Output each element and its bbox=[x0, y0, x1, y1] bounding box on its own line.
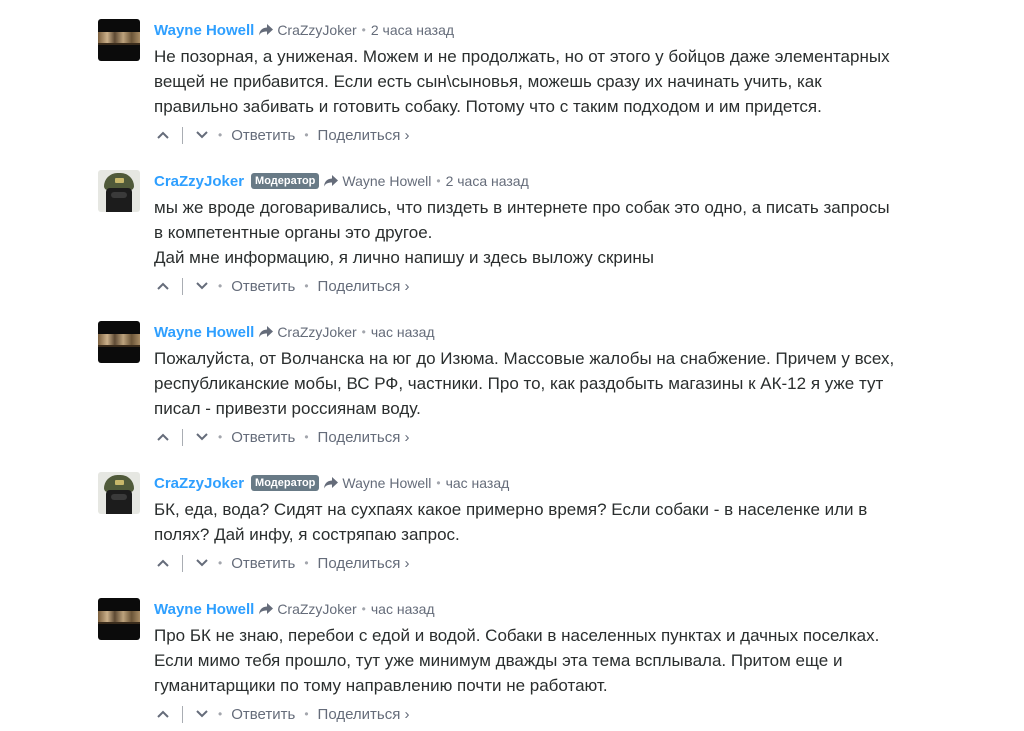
comment-header: Wayne Howell CraZzyJoker • час назад bbox=[154, 321, 954, 343]
timestamp[interactable]: 2 часа назад bbox=[446, 173, 529, 189]
comment-header: Wayne Howell CraZzyJoker • 2 часа назад bbox=[154, 19, 954, 41]
reply-button[interactable]: Ответить bbox=[231, 706, 295, 723]
upvote-icon[interactable] bbox=[156, 707, 170, 721]
comment-line: вещей не прибавится. Если есть сын\сынов… bbox=[154, 72, 822, 91]
timestamp[interactable]: час назад bbox=[371, 601, 435, 617]
moderator-badge: Модератор bbox=[251, 475, 320, 491]
downvote-icon[interactable] bbox=[195, 556, 209, 570]
downvote-icon[interactable] bbox=[195, 128, 209, 142]
reply-arrow-icon bbox=[324, 175, 339, 187]
comment-line: Если мимо тебя прошло, тут уже минимум д… bbox=[154, 651, 843, 670]
reply-to-author[interactable]: Wayne Howell bbox=[342, 173, 431, 189]
vote-divider bbox=[182, 705, 183, 723]
reply-to-author[interactable]: Wayne Howell bbox=[342, 475, 431, 491]
separator-dot: • bbox=[304, 556, 309, 570]
downvote-icon[interactable] bbox=[195, 279, 209, 293]
comment-thread: Wayne Howell CraZzyJoker • 2 часа назад … bbox=[0, 0, 1024, 731]
avatar[interactable] bbox=[98, 19, 140, 61]
comment-actions: • Ответить • Поделиться › bbox=[154, 552, 954, 574]
vote-divider bbox=[182, 428, 183, 446]
separator-dot: • bbox=[218, 279, 223, 293]
vote-divider bbox=[182, 126, 183, 144]
share-button[interactable]: Поделиться › bbox=[318, 555, 410, 572]
reply-button[interactable]: Ответить bbox=[231, 555, 295, 572]
reply-arrow-icon bbox=[259, 326, 274, 338]
reply-to-author[interactable]: CraZzyJoker bbox=[277, 601, 356, 617]
reply-arrow-icon bbox=[324, 477, 339, 489]
reply-to-author[interactable]: CraZzyJoker bbox=[277, 22, 356, 38]
upvote-icon[interactable] bbox=[156, 556, 170, 570]
avatar[interactable] bbox=[98, 472, 140, 514]
separator-dot: • bbox=[361, 602, 366, 616]
author-name[interactable]: Wayne Howell bbox=[154, 324, 254, 341]
comment-line: правильно забивать и готовить собаку. По… bbox=[154, 97, 822, 116]
author-name[interactable]: Wayne Howell bbox=[154, 601, 254, 618]
comment-text: мы же вроде договаривались, что пиздеть … bbox=[154, 195, 954, 270]
separator-dot: • bbox=[218, 556, 223, 570]
vote-divider bbox=[182, 277, 183, 295]
comment-header: Wayne Howell CraZzyJoker • час назад bbox=[154, 598, 954, 620]
author-name[interactable]: Wayne Howell bbox=[154, 22, 254, 39]
avatar[interactable] bbox=[98, 321, 140, 363]
moderator-badge: Модератор bbox=[251, 173, 320, 189]
reply-arrow-icon bbox=[259, 24, 274, 36]
author-name[interactable]: CraZzyJoker bbox=[154, 475, 244, 492]
comment-text: Не позорная, а униженая. Можем и не прод… bbox=[154, 44, 954, 119]
comment-actions: • Ответить • Поделиться › bbox=[154, 124, 954, 146]
comment-line: БК, еда, вода? Сидят на сухпаях какое пр… bbox=[154, 500, 868, 519]
comment-text: Пожалуйста, от Волчанска на юг до Изюма.… bbox=[154, 346, 954, 421]
author-name[interactable]: CraZzyJoker bbox=[154, 173, 244, 190]
upvote-icon[interactable] bbox=[156, 279, 170, 293]
separator-dot: • bbox=[436, 174, 441, 188]
comment-actions: • Ответить • Поделиться › bbox=[154, 426, 954, 448]
separator-dot: • bbox=[304, 279, 309, 293]
downvote-icon[interactable] bbox=[195, 430, 209, 444]
separator-dot: • bbox=[304, 430, 309, 444]
comment-header: CraZzyJoker Модератор Wayne Howell • 2 ч… bbox=[154, 170, 954, 192]
separator-dot: • bbox=[304, 128, 309, 142]
separator-dot: • bbox=[218, 430, 223, 444]
avatar[interactable] bbox=[98, 170, 140, 212]
upvote-icon[interactable] bbox=[156, 430, 170, 444]
share-button[interactable]: Поделиться › bbox=[318, 278, 410, 295]
comment-text: БК, еда, вода? Сидят на сухпаях какое пр… bbox=[154, 497, 954, 547]
share-button[interactable]: Поделиться › bbox=[318, 127, 410, 144]
comment-header: CraZzyJoker Модератор Wayne Howell • час… bbox=[154, 472, 954, 494]
vote-divider bbox=[182, 554, 183, 572]
comment-text: Про БК не знаю, перебои с едой и водой. … bbox=[154, 623, 954, 698]
comment-actions: • Ответить • Поделиться › bbox=[154, 275, 954, 297]
comment-line: Про БК не знаю, перебои с едой и водой. … bbox=[154, 626, 880, 645]
comment-line: гуманитарщики по тому направлению почти … bbox=[154, 676, 608, 695]
upvote-icon[interactable] bbox=[156, 128, 170, 142]
reply-arrow-icon bbox=[259, 603, 274, 615]
separator-dot: • bbox=[218, 128, 223, 142]
reply-button[interactable]: Ответить bbox=[231, 278, 295, 295]
share-button[interactable]: Поделиться › bbox=[318, 429, 410, 446]
avatar[interactable] bbox=[98, 598, 140, 640]
timestamp[interactable]: час назад bbox=[446, 475, 510, 491]
separator-dot: • bbox=[218, 707, 223, 721]
comment-line: республиканские мобы, ВС РФ, частники. П… bbox=[154, 374, 884, 393]
separator-dot: • bbox=[436, 476, 441, 490]
reply-button[interactable]: Ответить bbox=[231, 127, 295, 144]
comment-line: мы же вроде договаривались, что пиздеть … bbox=[154, 198, 890, 217]
timestamp[interactable]: 2 часа назад bbox=[371, 22, 454, 38]
comment-actions: • Ответить • Поделиться › bbox=[154, 703, 954, 725]
comment-line: Пожалуйста, от Волчанска на юг до Изюма.… bbox=[154, 349, 895, 368]
reply-to-author[interactable]: CraZzyJoker bbox=[277, 324, 356, 340]
comment-line: полях? Дай инфу, я состряпаю запрос. bbox=[154, 525, 460, 544]
comment-line: Дай мне информацию, я лично напишу и зде… bbox=[154, 248, 654, 267]
comment-line: в компетентные органы это другое. bbox=[154, 223, 433, 242]
reply-button[interactable]: Ответить bbox=[231, 429, 295, 446]
share-button[interactable]: Поделиться › bbox=[318, 706, 410, 723]
comment-line: Не позорная, а униженая. Можем и не прод… bbox=[154, 47, 890, 66]
separator-dot: • bbox=[361, 325, 366, 339]
separator-dot: • bbox=[304, 707, 309, 721]
downvote-icon[interactable] bbox=[195, 707, 209, 721]
comment-line: писал - привезти россиянам воду. bbox=[154, 399, 421, 418]
separator-dot: • bbox=[361, 23, 366, 37]
timestamp[interactable]: час назад bbox=[371, 324, 435, 340]
